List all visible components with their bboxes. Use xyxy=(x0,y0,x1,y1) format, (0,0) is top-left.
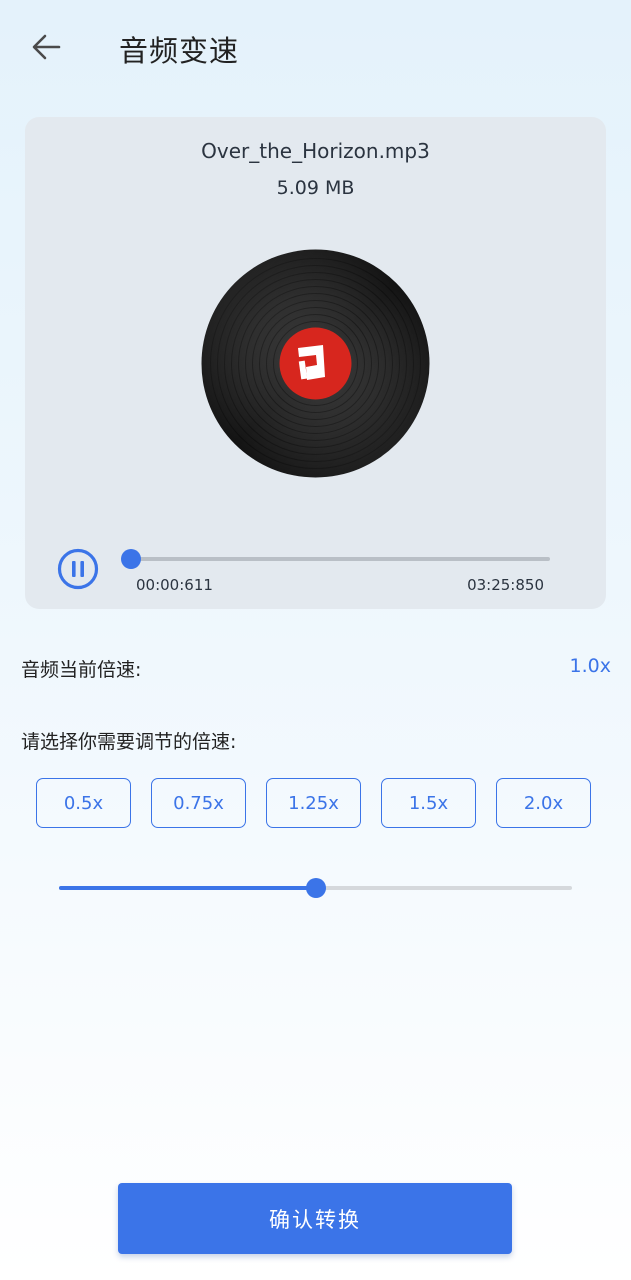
page-title: 音频变速 xyxy=(119,34,240,68)
pause-button[interactable] xyxy=(57,548,99,590)
vinyl-record-icon xyxy=(201,249,430,478)
current-speed-label: 音频当前倍速: xyxy=(21,659,142,681)
arrow-left-icon xyxy=(32,34,61,60)
file-name: Over_the_Horizon.mp3 xyxy=(201,139,430,163)
speed-preset-row: 0.5x 0.75x 1.25x 1.5x 2.0x xyxy=(36,778,596,832)
speed-slider[interactable] xyxy=(59,878,572,898)
total-time: 03:25:850 xyxy=(467,576,544,594)
top-bar: 音频变速 xyxy=(0,0,631,96)
speed-preset-2-0x[interactable]: 2.0x xyxy=(496,778,591,828)
speed-slider-thumb[interactable] xyxy=(305,878,326,898)
file-size: 5.09 MB xyxy=(276,177,355,199)
speed-preset-1-5x[interactable]: 1.5x xyxy=(381,778,476,828)
back-button[interactable] xyxy=(22,26,70,68)
player-card: Over_the_Horizon.mp3 5.09 MB 00:00:611 0… xyxy=(25,117,606,609)
pause-circle-icon xyxy=(57,548,99,590)
current-time: 00:00:611 xyxy=(136,576,213,594)
speed-preset-0-75x[interactable]: 0.75x xyxy=(151,778,246,828)
choose-speed-label: 请选择你需要调节的倍速: xyxy=(21,731,237,753)
current-speed-value: 1.0x xyxy=(569,655,611,677)
speed-slider-fill xyxy=(59,886,316,890)
playback-progress-bar[interactable] xyxy=(121,549,550,569)
confirm-convert-button[interactable]: 确认转换 xyxy=(118,1183,512,1254)
playback-progress-thumb[interactable] xyxy=(121,549,142,569)
speed-preset-1-25x[interactable]: 1.25x xyxy=(266,778,361,828)
speed-preset-0-5x[interactable]: 0.5x xyxy=(36,778,131,828)
